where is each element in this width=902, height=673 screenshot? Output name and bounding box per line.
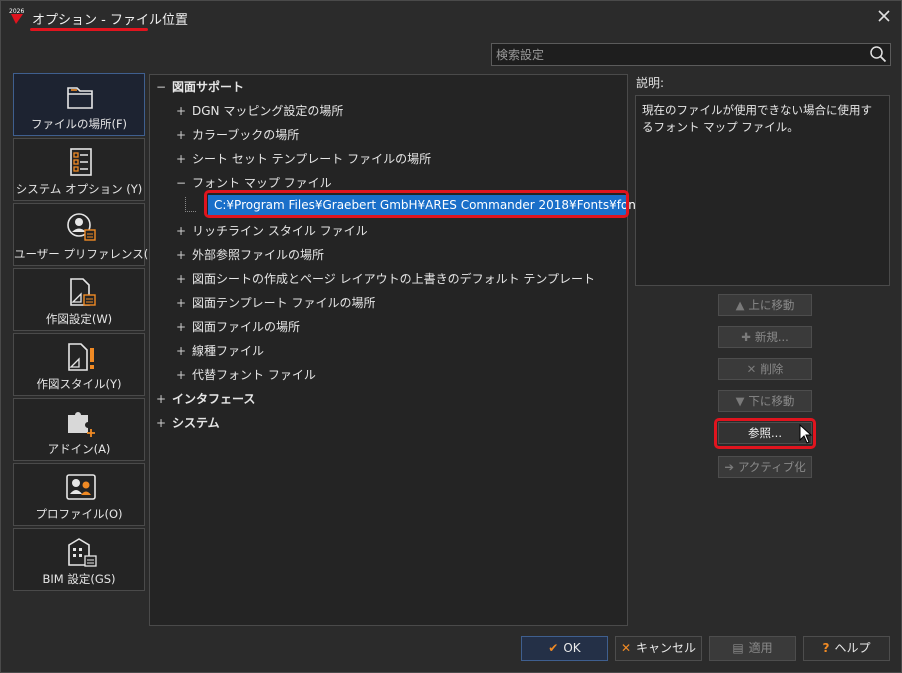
sidebar-item-system-options[interactable]: システム オプション (Y) xyxy=(13,138,145,201)
tree-item-alternate-font-file[interactable]: + 代替フォント ファイル xyxy=(176,365,316,385)
svg-text:2026: 2026 xyxy=(9,8,24,15)
sidebar-item-profiles[interactable]: プロファイル(O) xyxy=(13,463,145,526)
sidebar-item-label: システム オプション (Y) xyxy=(15,182,143,196)
expand-icon[interactable]: + xyxy=(176,365,192,385)
help-icon: ? xyxy=(822,641,830,655)
description-label: 説明: xyxy=(636,76,665,90)
expand-icon[interactable]: + xyxy=(176,269,192,289)
expand-icon[interactable]: + xyxy=(176,125,192,145)
arrow-down-icon: ▼ xyxy=(735,394,745,408)
puzzle-icon xyxy=(68,412,95,437)
tree-item-dgn-mapping[interactable]: + DGN マッピング設定の場所 xyxy=(176,101,343,121)
cancel-x-icon: ✕ xyxy=(620,641,632,655)
app-logo-icon: 2026 xyxy=(9,8,24,24)
tree-item-drawing-file-location[interactable]: + 図面ファイルの場所 xyxy=(176,317,300,337)
expand-icon[interactable]: + xyxy=(176,221,192,241)
new-button[interactable]: ✚ 新規... xyxy=(718,326,812,348)
drafting-style-icon xyxy=(68,343,94,371)
expand-icon[interactable]: + xyxy=(156,413,172,433)
sidebar-item-label: ユーザー プリファレンス(U) xyxy=(14,247,162,261)
tree-item-default-layout-template[interactable]: + 図面シートの作成とページ レイアウトの上書きのデフォルト テンプレート xyxy=(176,269,595,289)
ok-button[interactable]: ✔ OK xyxy=(521,636,608,661)
expand-icon[interactable]: + xyxy=(156,389,172,409)
search-icon[interactable] xyxy=(869,45,887,63)
cancel-button[interactable]: ✕ キャンセル xyxy=(615,636,702,661)
user-preferences-icon xyxy=(67,213,96,241)
arrow-right-icon: ➔ xyxy=(724,460,734,474)
file-location-tree: − 図面サポート + DGN マッピング設定の場所 + カラーブックの場所 + シート … xyxy=(149,74,674,626)
path-highlight xyxy=(204,190,629,218)
collapse-icon[interactable]: − xyxy=(176,173,192,193)
tree-section-drawing-support[interactable]: − 図面サポート xyxy=(156,77,244,97)
sidebar-item-label: 作図スタイル(Y) xyxy=(36,377,122,391)
delete-button[interactable]: ✕ 削除 xyxy=(718,358,812,380)
tree-section-interface[interactable]: + インタフェース xyxy=(156,389,255,409)
sidebar-item-addins[interactable]: アドイン(A) xyxy=(13,398,145,461)
move-down-button[interactable]: ▼ 下に移動 xyxy=(718,390,812,412)
options-dialog: 2026 オプション - ファイル位置 ファイルの場所(F) xyxy=(0,0,902,673)
category-sidebar: ファイルの場所(F) システム オプション (Y) ユーザー プリファレンス(U… xyxy=(13,73,162,593)
sidebar-item-file-locations[interactable]: ファイルの場所(F) xyxy=(13,73,145,136)
tree-item-drawing-template-location[interactable]: + 図面テンプレート ファイルの場所 xyxy=(176,293,375,313)
folder-icon xyxy=(67,87,93,109)
checklist-icon xyxy=(70,148,92,176)
arrow-up-icon: ▲ xyxy=(735,298,745,312)
search-input[interactable] xyxy=(494,45,858,65)
building-icon xyxy=(68,538,97,567)
tree-section-system[interactable]: + システム xyxy=(156,413,220,433)
sidebar-item-drafting-style[interactable]: 作図スタイル(Y) xyxy=(13,333,145,396)
mouse-cursor-icon xyxy=(799,424,813,444)
move-up-button[interactable]: ▲ 上に移動 xyxy=(718,294,812,316)
check-icon: ✔ xyxy=(548,641,559,655)
sidebar-item-label: BIM 設定(GS) xyxy=(42,572,116,586)
apply-icon: ▤ xyxy=(732,641,744,655)
expand-icon[interactable]: + xyxy=(176,341,192,361)
tree-item-richline-style[interactable]: + リッチライン スタイル ファイル xyxy=(176,221,368,241)
title-bar: 2026 オプション - ファイル位置 xyxy=(1,1,901,33)
collapse-icon[interactable]: − xyxy=(156,77,172,97)
expand-icon[interactable]: + xyxy=(176,101,192,121)
sidebar-item-label: 作図設定(W) xyxy=(45,312,113,326)
expand-icon[interactable]: + xyxy=(176,149,192,169)
title-highlight xyxy=(30,28,148,31)
tree-item-linetype-file[interactable]: + 線種ファイル xyxy=(176,341,264,361)
tree-item-xref-location[interactable]: + 外部参照ファイルの場所 xyxy=(176,245,324,265)
sidebar-item-bim-settings[interactable]: BIM 設定(GS) xyxy=(13,528,145,591)
apply-button[interactable]: ▤ 適用 xyxy=(709,636,796,661)
help-button[interactable]: ? ヘルプ xyxy=(803,636,890,661)
expand-icon[interactable]: + xyxy=(176,245,192,265)
tree-item-color-book[interactable]: + カラーブックの場所 xyxy=(176,125,299,145)
tree-item-sheet-set-template[interactable]: + シート セット テンプレート ファイルの場所 xyxy=(176,149,431,169)
activate-button[interactable]: ➔ アクティブ化 xyxy=(718,456,812,478)
delete-x-icon: ✕ xyxy=(746,362,757,376)
expand-icon[interactable]: + xyxy=(176,317,192,337)
profiles-icon xyxy=(66,474,96,500)
description-text: 現在のファイルが使用できない場合に使用するフォント マップ ファイル。 xyxy=(635,95,890,286)
close-icon[interactable] xyxy=(875,7,893,25)
sidebar-item-drafting-settings[interactable]: 作図設定(W) xyxy=(13,268,145,331)
search-box xyxy=(491,43,891,66)
plus-icon: ✚ xyxy=(741,330,751,344)
sidebar-item-label: アドイン(A) xyxy=(47,442,111,456)
sidebar-item-user-preferences[interactable]: ユーザー プリファレンス(U) xyxy=(13,203,162,266)
drafting-settings-icon xyxy=(70,278,96,306)
sidebar-item-label: ファイルの場所(F) xyxy=(30,117,128,131)
expand-icon[interactable]: + xyxy=(176,293,192,313)
tree-connector xyxy=(185,197,196,212)
sidebar-item-label: プロファイル(O) xyxy=(35,507,123,521)
dialog-title: オプション - ファイル位置 xyxy=(32,13,188,28)
